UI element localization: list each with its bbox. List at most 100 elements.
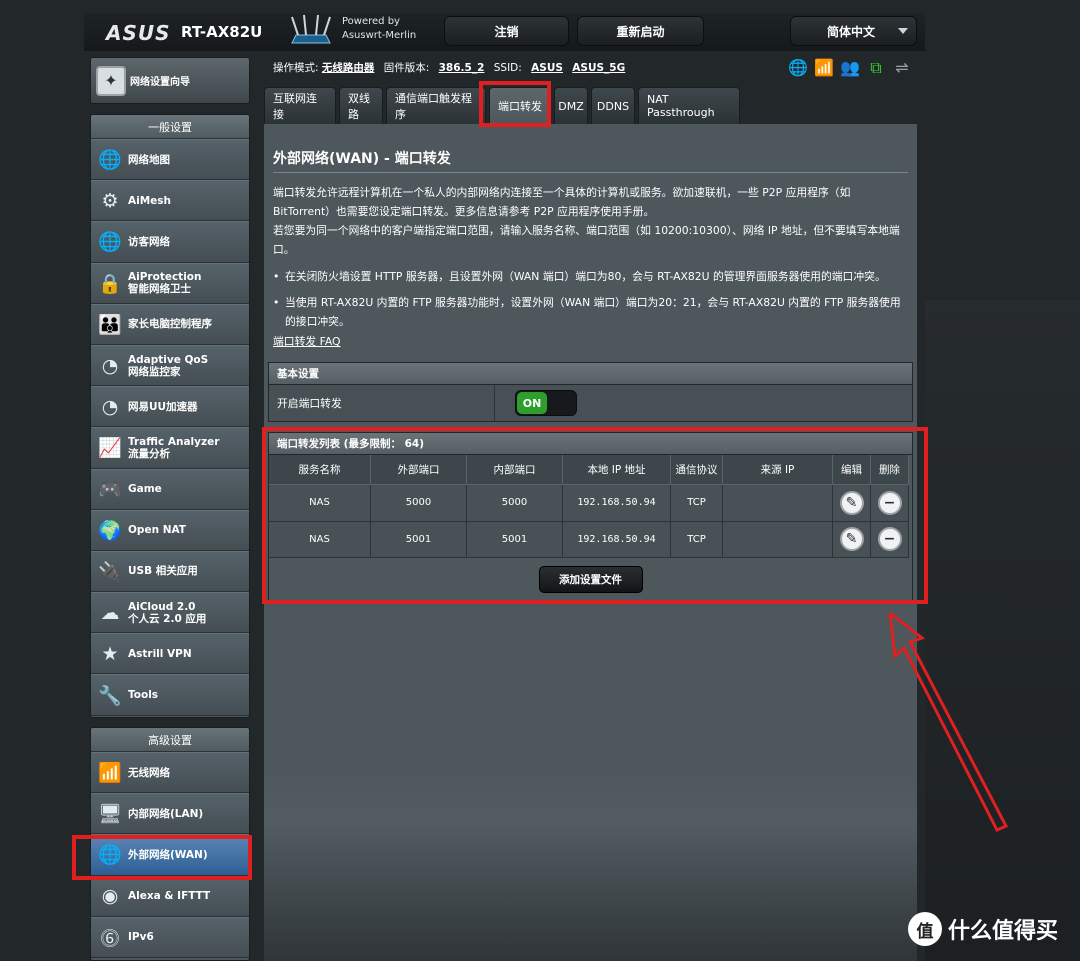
wrench-icon: 🔧 bbox=[98, 684, 122, 707]
voice-icon: ◉ bbox=[101, 885, 119, 908]
sidebar-item-label: 内部网络(LAN) bbox=[128, 807, 204, 820]
notes-list: 在关闭防火墙设置 HTTP 服务器，且设置外网（WAN 端口）端口为80，会与 … bbox=[273, 267, 908, 338]
asus-logo: ASUS bbox=[106, 21, 171, 45]
wifi-icon: 📶 bbox=[98, 762, 122, 785]
sidebar-item-label: 网易UU加速器 bbox=[128, 400, 198, 413]
firmware-label: 固件版本: bbox=[383, 62, 430, 74]
lan-status-icon[interactable]: ⧉ bbox=[866, 58, 886, 78]
description-para-2: 若您要为同一个网络中的客户端指定端口范围，请输入服务名称、端口范围（如 1020… bbox=[273, 224, 900, 256]
sidebar-item[interactable]: ⚙ AiMesh bbox=[91, 180, 249, 222]
description-para-1: 端口转发允许远程计算机在一个私人的内部网络内连接至一个具体的计算机或服务。欲加速… bbox=[273, 186, 851, 218]
mode-link[interactable]: 无线路由器 bbox=[322, 62, 375, 74]
divider bbox=[273, 172, 908, 173]
sidebar-item[interactable]: 🖥 内部网络(LAN) bbox=[91, 793, 249, 835]
tab-ddns[interactable]: DDNS bbox=[591, 87, 635, 124]
quick-setup-button[interactable]: ✦ 网络设置向导 bbox=[90, 57, 250, 104]
sidebar-item[interactable]: ★ Astrill VPN bbox=[91, 633, 249, 675]
usb-status-icon[interactable]: ⇌ bbox=[892, 58, 912, 78]
sidebar-item[interactable]: 🎮 Game bbox=[91, 468, 249, 510]
tab-dmz[interactable]: DMZ bbox=[554, 87, 588, 124]
sidebar-item[interactable]: 🔒 AiProtection 智能网络卫士 bbox=[91, 262, 249, 304]
highlight-box-wan bbox=[72, 835, 252, 880]
sidebar-item[interactable]: 🔌 USB 相关应用 bbox=[91, 550, 249, 593]
gamepad-icon: 🎮 bbox=[98, 478, 122, 501]
family-icon: 👪 bbox=[98, 313, 122, 336]
router-icon bbox=[291, 14, 331, 44]
sidebar-item[interactable]: 🔧 Tools bbox=[91, 674, 249, 716]
mode-label: 操作模式: bbox=[273, 62, 319, 74]
note-item: 当使用 RT-AX82U 内置的 FTP 服务器功能时，设置外网（WAN 端口）… bbox=[273, 293, 908, 331]
internet-status-icon[interactable]: 🌐 bbox=[788, 58, 808, 78]
sidebar-item[interactable]: 🌐 网络地图 bbox=[91, 139, 249, 181]
tab-dual-wan[interactable]: 双线路 bbox=[339, 87, 383, 124]
sidebar-item-label: 访客网络 bbox=[128, 235, 170, 248]
sidebar-item-label: 无线网络 bbox=[128, 766, 170, 779]
gauge-icon: ◔ bbox=[101, 354, 119, 377]
sidebar-item[interactable]: 🌍 Open NAT bbox=[91, 509, 249, 551]
language-select[interactable]: 简体中文 bbox=[790, 16, 917, 46]
sidebar-item-label: 网络地图 bbox=[128, 153, 170, 166]
sidebar-item-label: Game bbox=[128, 483, 162, 496]
sidebar-item[interactable]: 📶 无线网络 bbox=[91, 752, 249, 794]
sidebar-item-label: Open NAT bbox=[128, 524, 186, 537]
advanced-menu-header: 高级设置 bbox=[91, 728, 249, 752]
star-icon: ★ bbox=[101, 642, 119, 665]
globe-gear-icon: 🌍 bbox=[98, 519, 122, 542]
tab-nat-passthrough[interactable]: NAT Passthrough bbox=[638, 87, 740, 124]
language-label: 简体中文 bbox=[827, 24, 876, 39]
ssid-5g-link[interactable]: ASUS_5G bbox=[572, 62, 625, 74]
ipv6-icon: ⓺ bbox=[100, 927, 120, 950]
gauge-icon: ◔ bbox=[101, 395, 119, 418]
sidebar-item-label: USB 相关应用 bbox=[128, 565, 198, 578]
sidebar-item-label: Traffic Analyzer 流量分析 bbox=[128, 435, 220, 460]
watermark-logo: 值 bbox=[908, 912, 942, 946]
cloud-icon: ☁ bbox=[100, 601, 120, 624]
toggle-on-label: ON bbox=[517, 392, 547, 414]
page-title: 外部网络(WAN) - 端口转发 bbox=[273, 151, 451, 167]
port-forwarding-toggle[interactable]: ON bbox=[515, 390, 577, 416]
clients-icon[interactable]: 👥 bbox=[840, 58, 860, 78]
chart-icon: 📈 bbox=[98, 437, 122, 460]
ssid-24g-link[interactable]: ASUS bbox=[531, 62, 563, 74]
quick-setup-label: 网络设置向导 bbox=[130, 77, 190, 88]
general-menu: 一般设置 🌐 网络地图 ⚙ AiMesh 🌐 访客网络 🔒 AiProtection 智能网络卫… bbox=[90, 114, 250, 718]
tab-port-trigger[interactable]: 通信端口触发程序 bbox=[386, 87, 486, 124]
tab-internet[interactable]: 互联网连接 bbox=[264, 87, 336, 124]
sidebar-item-label: IPv6 bbox=[128, 931, 154, 944]
status-bar: 操作模式: 无线路由器 固件版本: 386.5_2 SSID: ASUS ASU… bbox=[273, 60, 625, 75]
sidebar-item[interactable]: 🌐 访客网络 bbox=[91, 221, 249, 263]
highlight-box-tab bbox=[479, 81, 551, 127]
powered-by: Powered by Asuswrt-Merlin bbox=[342, 15, 416, 43]
firmware-link[interactable]: 386.5_2 bbox=[439, 62, 485, 74]
globe-icon: 🌐 bbox=[98, 149, 122, 172]
model-name: RT-AX82U bbox=[181, 23, 263, 41]
sidebar-item[interactable]: 👪 家长电脑控制程序 bbox=[91, 303, 249, 345]
mesh-icon: ⚙ bbox=[101, 189, 119, 212]
sidebar-item-label: Tools bbox=[128, 689, 159, 702]
sidebar-item-label: AiProtection 智能网络卫士 bbox=[128, 271, 202, 296]
sidebar-item-label: Adaptive QoS 网络监控家 bbox=[128, 353, 209, 378]
sidebar-item[interactable]: 📈 Traffic Analyzer 流量分析 bbox=[91, 427, 249, 469]
sidebar-item-label: Astrill VPN bbox=[128, 647, 192, 660]
sidebar-item[interactable]: ☁ AiCloud 2.0 个人云 2.0 应用 bbox=[91, 592, 249, 634]
sidebar-item[interactable]: ◔ 网易UU加速器 bbox=[91, 386, 249, 428]
reboot-button[interactable]: 重新启动 bbox=[577, 16, 704, 46]
powered-by-line2: Asuswrt-Merlin bbox=[342, 30, 417, 41]
wifi-status-icon[interactable]: 📶 bbox=[814, 58, 834, 78]
annotation-arrow-icon bbox=[888, 611, 1009, 832]
basic-settings-table: 基本设置 开启端口转发 ON bbox=[268, 362, 913, 422]
usb-icon: 🔌 bbox=[98, 560, 122, 583]
watermark-text: 什么值得买 bbox=[948, 919, 1059, 944]
faq-link[interactable]: 端口转发 FAQ bbox=[273, 333, 341, 349]
enable-row: 开启端口转发 ON bbox=[269, 385, 912, 421]
sidebar-item-label: Alexa & IFTTT bbox=[128, 890, 211, 903]
sidebar-item[interactable]: ⓺ IPv6 bbox=[91, 916, 249, 958]
status-icons: 🌐 📶 👥 ⧉ ⇌ bbox=[788, 58, 912, 78]
logout-button[interactable]: 注销 bbox=[444, 16, 569, 46]
sidebar-item[interactable]: ◔ Adaptive QoS 网络监控家 bbox=[91, 344, 249, 387]
wand-icon: ✦ bbox=[96, 65, 126, 96]
chevron-down-icon bbox=[898, 28, 908, 34]
sidebar-item-label: 家长电脑控制程序 bbox=[128, 318, 212, 331]
sidebar-item[interactable]: ◉ Alexa & IFTTT bbox=[91, 875, 249, 917]
powered-by-line1: Powered by bbox=[342, 16, 400, 27]
